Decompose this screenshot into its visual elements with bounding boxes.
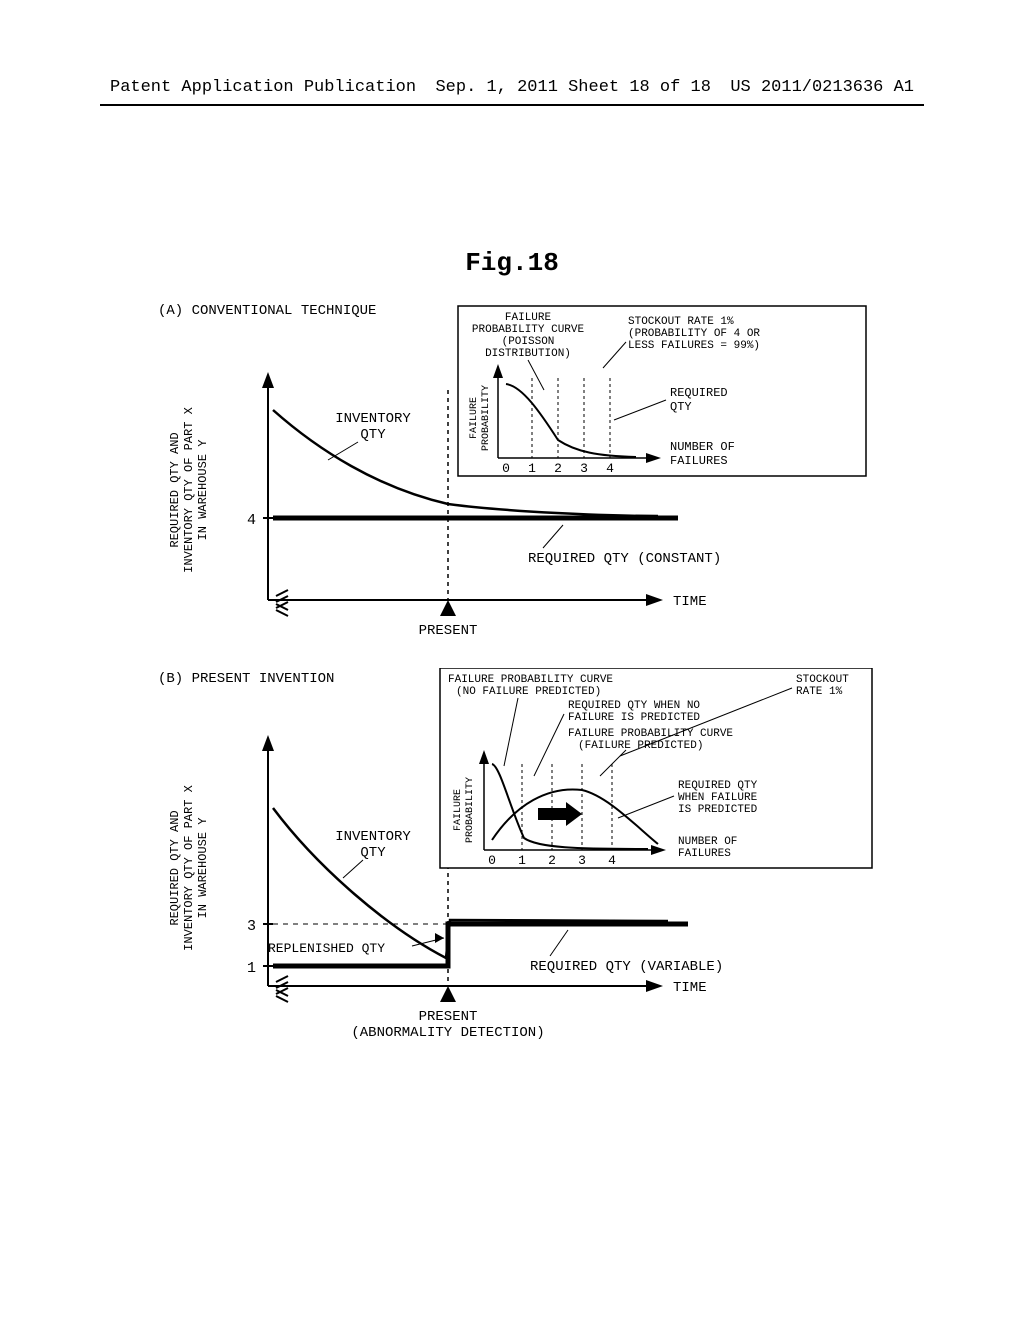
svg-text:NUMBER OF: NUMBER OF [670,440,735,454]
present-marker-icon [440,600,456,616]
panel-b-tick-1: 1 [247,960,256,977]
svg-text:1: 1 [528,461,536,476]
svg-text:0: 0 [502,461,510,476]
svg-text:LESS FAILURES = 99%): LESS FAILURES = 99%) [628,340,760,352]
svg-text:FAILURE PROBABILITY CURVE: FAILURE PROBABILITY CURVE [568,728,733,740]
panel-b-title: (B) PRESENT INVENTION [158,671,334,687]
svg-text:0: 0 [488,853,496,868]
svg-text:RATE 1%: RATE 1% [796,686,843,698]
svg-text:2: 2 [554,461,562,476]
page-header: Patent Application Publication Sep. 1, 2… [0,78,1024,97]
panel-a: (A) CONVENTIONAL TECHNIQUE REQUIRED QTY … [148,300,878,640]
header-right: US 2011/0213636 A1 [730,78,914,97]
panel-a-tick-4: 4 [247,512,256,529]
axis-break-icon [276,976,288,1002]
panel-b-ylabel-1: REQUIRED QTY AND [168,810,182,925]
panel-a-title: (A) CONVENTIONAL TECHNIQUE [158,303,376,319]
svg-text:REQUIRED QTY: REQUIRED QTY [678,780,758,792]
panel-b-tick-3: 3 [247,918,256,935]
svg-text:FAILURE IS PREDICTED: FAILURE IS PREDICTED [568,712,700,724]
panel-b-present-1: PRESENT [419,1009,478,1025]
svg-text:FAILURE: FAILURE [505,312,552,324]
svg-text:3: 3 [580,461,588,476]
svg-text:FAILURE PROBABILITY CURVE: FAILURE PROBABILITY CURVE [448,674,613,686]
inventory-qty-label-1: INVENTORY [335,411,411,427]
panel-a-ylabel-2: INVENTORY QTY OF PART X [182,407,196,573]
panel-b-ylabel-2: INVENTORY QTY OF PART X [182,785,196,951]
header-center: Sep. 1, 2011 Sheet 18 of 18 [435,78,710,97]
inset-required-qty-2: QTY [670,400,692,414]
svg-text:REQUIRED QTY WHEN NO: REQUIRED QTY WHEN NO [568,700,700,712]
panel-a-time-label: TIME [673,594,707,610]
svg-text:PROBABILITY CURVE: PROBABILITY CURVE [472,324,585,336]
inventory-qty-label-2: QTY [360,427,386,443]
svg-text:1: 1 [518,853,526,868]
svg-text:(POISSON: (POISSON [502,336,555,348]
panel-b-time-label: TIME [673,980,707,996]
svg-text:FAILURE: FAILURE [453,789,464,831]
svg-text:DISTRIBUTION): DISTRIBUTION) [485,348,571,360]
svg-text:PROBABILITY: PROBABILITY [481,385,492,451]
panel-a-present: PRESENT [419,623,478,639]
axis-break-icon [276,590,288,616]
panel-b-inset: FAILURE PROBABILITY CURVE (NO FAILURE PR… [440,668,872,868]
svg-text:FAILURE: FAILURE [469,397,480,439]
svg-text:2: 2 [548,853,556,868]
svg-text:3: 3 [578,853,586,868]
panel-b-present-2: (ABNORMALITY DETECTION) [351,1025,544,1041]
panel-b: (B) PRESENT INVENTION REQUIRED QTY AND I… [148,668,878,1058]
svg-text:IS PREDICTED: IS PREDICTED [678,804,758,816]
svg-text:4: 4 [608,853,616,868]
panel-b-ylabel-3: IN WAREHOUSE Y [196,818,210,919]
panel-a-inset: FAILURE PROBABILITY CURVE (POISSON DISTR… [458,306,866,476]
svg-text:STOCKOUT: STOCKOUT [796,674,849,686]
required-qty-variable-label: REQUIRED QTY (VARIABLE) [530,959,723,975]
svg-text:PROBABILITY: PROBABILITY [465,777,476,843]
svg-text:FAILURES: FAILURES [670,454,728,468]
present-marker-icon [440,986,456,1002]
svg-text:INVENTORY: INVENTORY [335,829,411,845]
svg-text:(FAILURE PREDICTED): (FAILURE PREDICTED) [578,740,703,752]
inset-required-qty-1: REQUIRED [670,386,728,400]
svg-text:STOCKOUT RATE 1%: STOCKOUT RATE 1% [628,316,734,328]
svg-text:4: 4 [606,461,614,476]
header-rule [100,104,924,106]
required-qty-constant-label: REQUIRED QTY (CONSTANT) [528,551,721,567]
svg-text:NUMBER OF: NUMBER OF [678,836,737,848]
svg-text:(NO FAILURE PREDICTED): (NO FAILURE PREDICTED) [456,686,601,698]
panel-a-ylabel-1: REQUIRED QTY AND [168,432,182,547]
svg-text:(PROBABILITY OF 4 OR: (PROBABILITY OF 4 OR [628,328,760,340]
figure-label: Fig.18 [0,248,1024,278]
replenished-qty-label: REPLENISHED QTY [268,941,385,956]
svg-text:WHEN FAILURE: WHEN FAILURE [678,792,758,804]
header-left: Patent Application Publication [110,78,416,97]
svg-text:QTY: QTY [360,845,386,861]
svg-text:FAILURES: FAILURES [678,848,731,860]
panel-a-ylabel-3: IN WAREHOUSE Y [196,440,210,541]
